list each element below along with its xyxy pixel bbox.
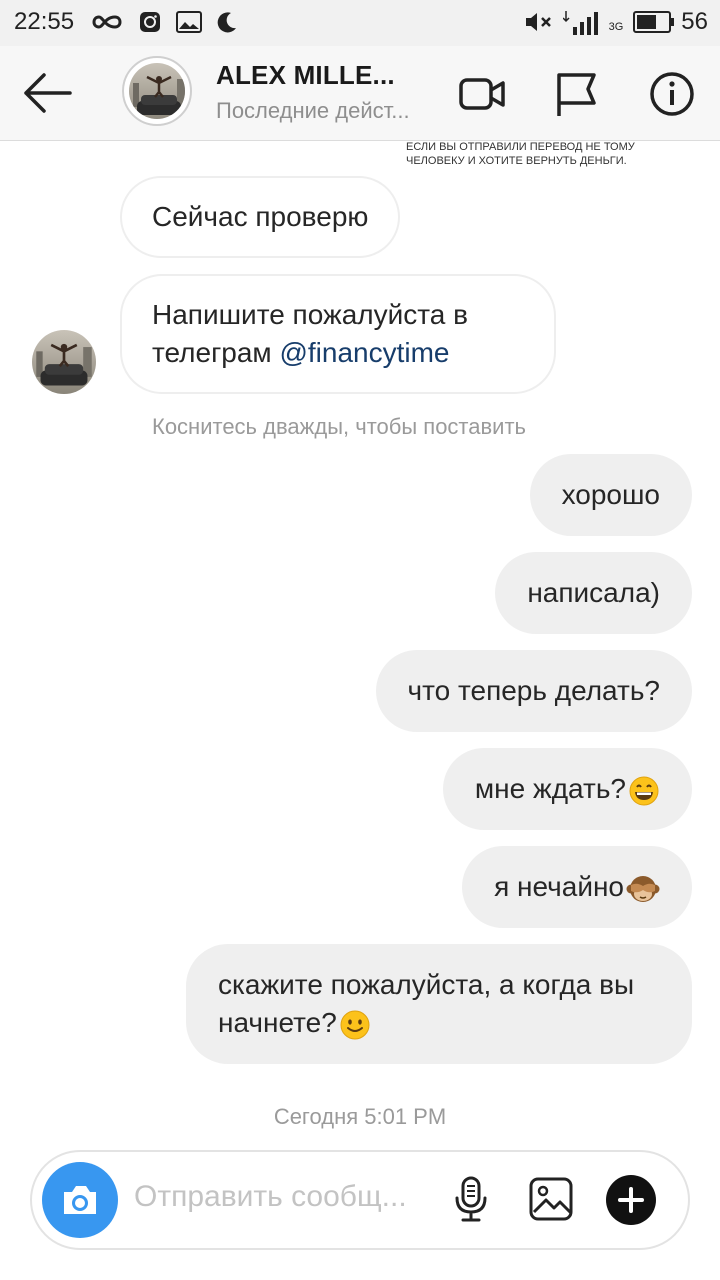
infinity-icon [92, 15, 122, 29]
plus-icon [618, 1187, 644, 1213]
outgoing-message[interactable]: хорошо [529, 454, 692, 536]
double-tap-hint: Коснитесь дважды, чтобы поставить [152, 414, 527, 439]
info-icon[interactable] [646, 68, 698, 120]
message-text: скажите пожалуйста, а когда вы начнете? [218, 969, 635, 1038]
telegram-username-link[interactable]: @financytime [279, 337, 449, 368]
outgoing-message[interactable]: скажите пожалуйста, а когда вы начнете? [186, 944, 692, 1064]
status-left-icons [90, 10, 238, 34]
status-bar: 22:55 3G 56 [0, 0, 720, 46]
outgoing-message[interactable]: написала) [495, 552, 692, 634]
grinning-face-emoji-icon [629, 776, 659, 806]
message-text: мне ждать? [474, 773, 626, 804]
slightly-smiling-face-emoji-icon [340, 1010, 370, 1040]
gallery-icon [176, 11, 202, 33]
avatar-photo [32, 330, 96, 394]
more-options-button[interactable] [606, 1175, 656, 1225]
gallery-icon[interactable] [526, 1174, 576, 1224]
sender-avatar[interactable] [32, 330, 96, 394]
contact-avatar[interactable] [122, 56, 192, 126]
incoming-message[interactable]: Сейчас проверю [120, 176, 401, 258]
see-no-evil-monkey-emoji-icon [626, 875, 660, 902]
camera-icon [64, 1186, 96, 1214]
message-input[interactable]: Отправить сообщ... [134, 1180, 424, 1214]
chat-header: ALEX MILLE... Последние дейст... [0, 46, 720, 141]
contact-name[interactable]: ALEX MILLE... [216, 60, 395, 91]
contact-activity-status: Последние дейст... [216, 98, 410, 123]
message-text: что теперь делать? [407, 675, 660, 706]
clipped-image-caption: если вы отправили перевод не тому челове… [406, 141, 635, 167]
message-timestamp: Сегодня 5:01 PM [273, 1104, 447, 1129]
outgoing-message[interactable]: что теперь делать? [375, 650, 692, 732]
outgoing-message[interactable]: я нечайно [462, 846, 692, 928]
status-right: 3G 56 [523, 8, 708, 36]
outgoing-message[interactable]: мне ждать? [442, 748, 692, 830]
mute-icon [525, 13, 551, 31]
message-composer: Отправить сообщ... [30, 1150, 690, 1250]
message-text: я нечайно [494, 871, 624, 902]
battery-icon [633, 11, 675, 33]
video-call-icon[interactable] [456, 68, 508, 120]
back-arrow-icon[interactable] [20, 70, 74, 116]
incoming-message[interactable]: Напишите пожалуйста в телеграм @financyt… [120, 274, 556, 394]
network-type: 3G [608, 21, 624, 33]
microphone-icon[interactable] [446, 1174, 496, 1224]
message-text: написала) [527, 577, 660, 608]
moon-icon [217, 12, 236, 33]
status-time: 22:55 [14, 8, 75, 35]
avatar-photo [129, 63, 185, 119]
instagram-icon [140, 12, 160, 32]
battery-level: 56 [681, 8, 708, 35]
signal-icon [562, 11, 598, 35]
camera-button[interactable] [42, 1162, 118, 1238]
message-text: хорошо [561, 479, 660, 510]
flag-icon[interactable] [550, 68, 602, 120]
message-text: Сейчас проверю [152, 201, 369, 232]
